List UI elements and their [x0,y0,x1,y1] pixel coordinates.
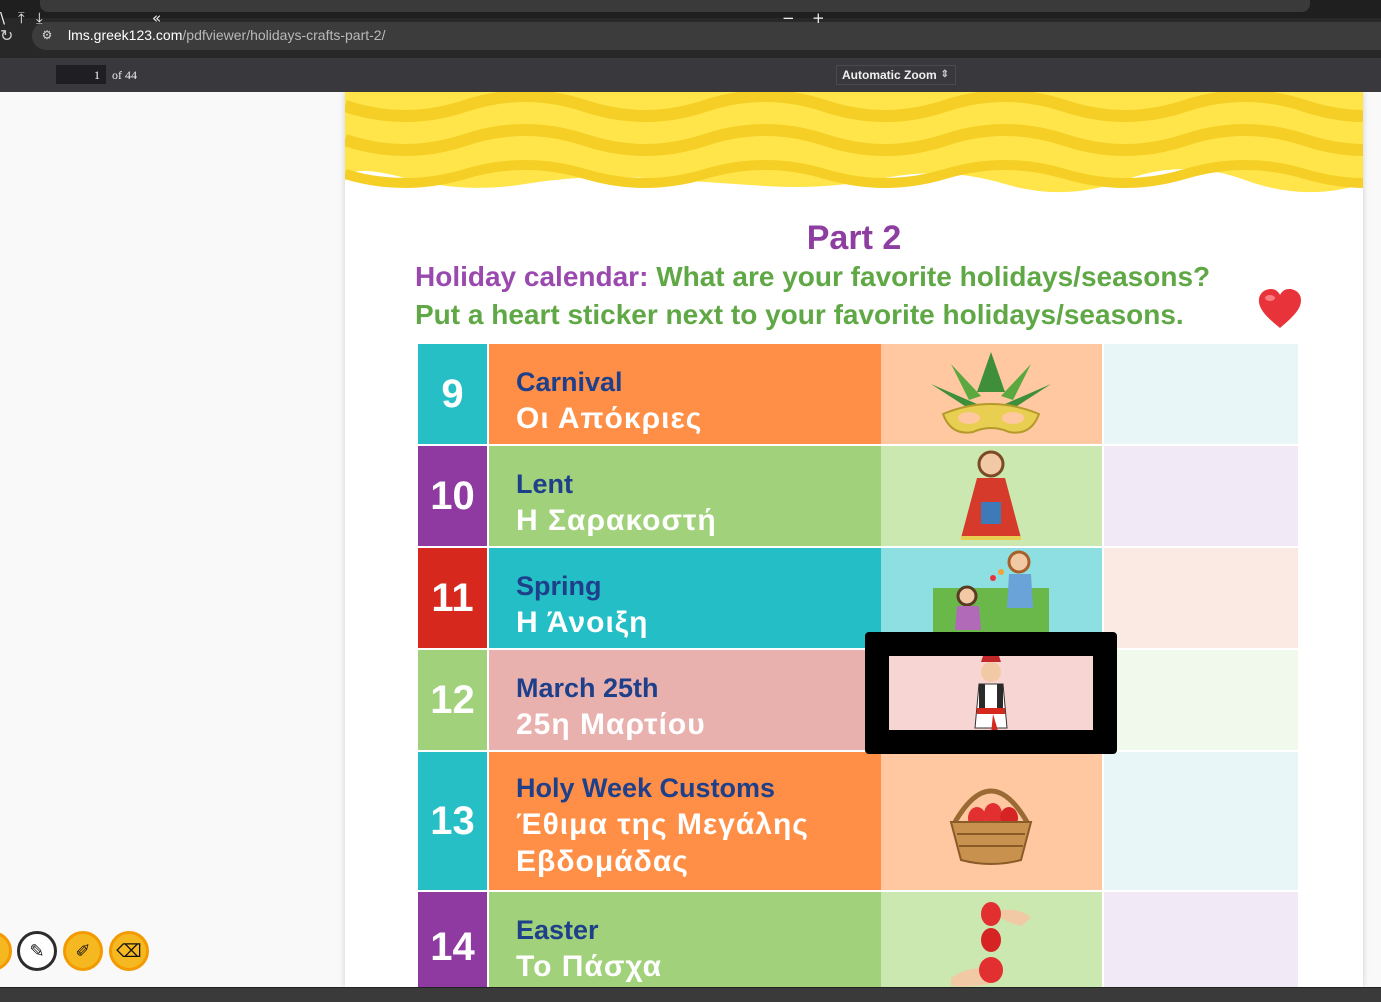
eraser-icon[interactable]: ⌫ [109,931,149,971]
sticker-cell[interactable] [1104,650,1298,750]
browser-tab-strip [0,0,1381,18]
holiday-name-cell: Easter Το Πάσχα [489,892,881,987]
row-number: 12 [418,650,487,750]
page-number-input[interactable]: 1 [56,65,106,84]
picture-cell [881,892,1102,987]
holiday-english: Lent [516,469,573,499]
holiday-greek: Οι Απόκριες [516,402,703,435]
row-number: 11 [418,548,487,648]
holiday-greek: Το Πάσχα [516,950,663,983]
egg-tapping-hands-icon [951,902,1031,987]
holiday-english: Spring [516,571,602,601]
holiday-english: Easter [516,915,599,945]
holiday-name-cell: March 25th 25η Μαρτίου [489,650,881,750]
calendar-row: 9 Carnival Οι Απόκριες [418,344,1298,444]
pdf-toolbar [0,58,1381,93]
holiday-greek: Έθιμα της Μεγάλης Εβδομάδας [516,808,809,878]
next-page-icon[interactable]: ⤓ [36,9,43,27]
row-number: 14 [418,892,487,987]
sticker-cell[interactable] [1104,446,1298,546]
pen-icon[interactable]: ✎ [17,931,57,971]
tab-bar [40,0,1310,12]
sticker-cell[interactable] [1104,892,1298,987]
sticker-cell[interactable] [1104,752,1298,890]
wavy-banner [345,92,1363,193]
favorite-question: What are your favorite holidays/seasons? [656,261,1211,292]
previous-page-icon[interactable]: ⤒ [18,9,25,27]
red-egg-basket-icon [949,788,1033,865]
pdf-page: Part 2 Holiday calendar: What are your f… [345,92,1363,987]
pdf-viewer[interactable]: Part 2 Holiday calendar: What are your f… [0,92,1381,987]
redaction-box [865,632,1117,754]
holiday-english: March 25th [516,673,659,703]
page-count: of 44 [112,68,137,82]
chevron-up-down-icon: ⇕ [940,69,949,80]
instruction-line-1: Holiday calendar: What are your favorite… [415,260,1210,294]
reload-icon[interactable]: ↻ [0,24,18,48]
calendar-row: 11 Spring Η Άνοιξη [418,548,1298,648]
url-text[interactable]: lms.greek123.com/pdfviewer/holidays-craf… [68,26,385,44]
search-icon[interactable]: \ [0,9,5,27]
heart-sticker-icon [1258,289,1301,328]
zoom-value: Automatic Zoom [842,68,937,82]
holiday-greek: Η Σαρακοστή [516,504,717,537]
sidebar-toggle-icon[interactable]: « [152,9,161,27]
holiday-greek: 25η Μαρτίου [516,708,706,741]
picture-cell [881,752,1102,890]
sticker-cell[interactable] [1104,344,1298,444]
highlighter-icon[interactable]: ✐ [63,931,103,971]
zoom-select[interactable]: Automatic Zoom ⇕ [836,65,956,85]
holiday-name-cell: Holy Week Customs Έθιμα της Μεγάλης Εβδο… [489,752,881,890]
carnival-mask-icon [931,352,1051,434]
lent-girl-icon [961,450,1021,540]
url-path: /pdfviewer/holidays-crafts-part-2/ [182,27,386,43]
holiday-name-cell: Spring Η Άνοιξη [489,548,881,648]
part-title: Part 2 [806,219,902,257]
picture-cell [881,446,1102,546]
row-number: 10 [418,446,487,546]
holiday-greek: Η Άνοιξη [516,606,649,639]
calendar-row: 10 Lent Η Σαρακοστή [418,446,1298,546]
row-number: 13 [418,752,487,890]
row-number: 9 [418,344,487,444]
picture-cell [881,344,1102,444]
instruction-line-2: Put a heart sticker next to your favorit… [415,299,1184,330]
calendar-row: 13 Holy Week Customs Έθιμα της Μεγάλης Ε… [418,752,1298,890]
zoom-in-icon[interactable]: + [812,9,825,27]
site-settings-icon[interactable]: ⚙ [38,26,56,44]
sticker-cell[interactable] [1104,548,1298,648]
holiday-name-cell: Carnival Οι Απόκριες [489,344,881,444]
holiday-calendar-label: Holiday calendar: [415,261,649,292]
calendar-row: 12 March 25th 25η Μαρτίου [418,650,1298,750]
calendar-row: 14 Easter Το Πάσχα [418,892,1298,987]
bottom-scroll-area [0,987,1381,1002]
holiday-name-cell: Lent Η Σαρακοστή [489,446,881,546]
holiday-english: Carnival [516,367,623,397]
url-host: lms.greek123.com [68,27,183,43]
holiday-english: Holy Week Customs [516,773,776,803]
zoom-out-icon[interactable]: − [782,9,795,27]
